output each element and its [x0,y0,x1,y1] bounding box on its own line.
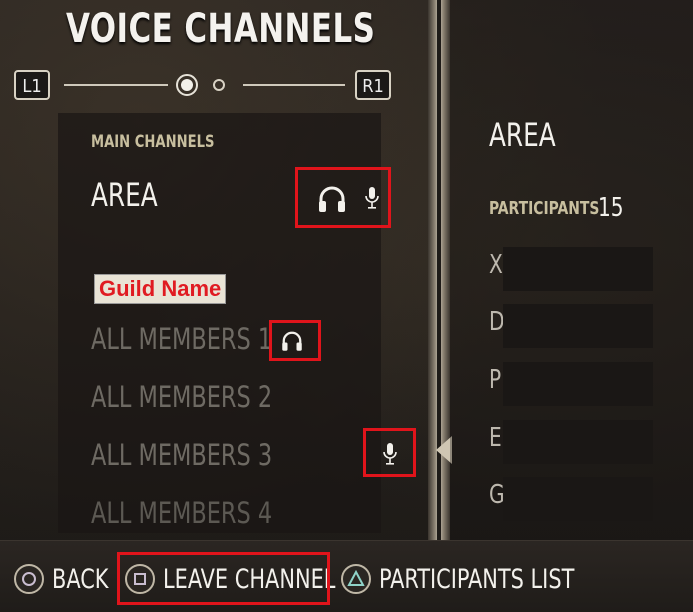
redacted-name [503,304,653,348]
participants-list-button[interactable]: PARTICIPANTS LIST [341,560,606,598]
channel-all-members-4[interactable]: ALL MEMBERS 4 [91,496,272,530]
triangle-button-icon [341,564,371,594]
leave-channel-highlight [117,552,330,605]
channel-all-members-3[interactable]: ALL MEMBERS 3 [91,438,272,472]
back-button[interactable]: BACK [14,560,118,598]
redacted-name [503,420,653,464]
channel-area[interactable]: AREA [91,176,158,214]
redacted-name [503,247,653,291]
pager-line-right [243,84,345,86]
member3-icon-highlight [363,428,416,477]
circle-button-icon [14,564,44,594]
participant-item[interactable]: X [489,250,503,280]
member1-icon-highlight [269,320,321,361]
redacted-name [503,477,653,521]
page-indicator-active[interactable] [176,74,198,96]
participants-count: 15 [598,193,624,223]
channel-all-members-1[interactable]: ALL MEMBERS 1 [91,322,272,356]
l1-button[interactable]: L1 [14,70,50,100]
r1-button[interactable]: R1 [355,70,391,100]
main-channels-label: MAIN CHANNELS [91,132,215,152]
page-indicator-inactive[interactable] [213,79,225,91]
pager-line-left [64,84,168,86]
channel-all-members-2[interactable]: ALL MEMBERS 2 [91,380,272,414]
selected-channel-title: AREA [489,116,556,154]
back-label: BACK [52,563,109,595]
area-icons-highlight [295,167,391,228]
participants-list-label: PARTICIPANTS LIST [379,563,575,595]
participant-item[interactable]: E [489,423,502,453]
redacted-name [503,362,653,406]
participants-label: PARTICIPANTS [489,198,600,219]
page-title: VOICE CHANNELS [66,6,376,52]
guild-name-label: Guild Name [94,274,227,304]
participant-item[interactable]: P [489,365,501,395]
